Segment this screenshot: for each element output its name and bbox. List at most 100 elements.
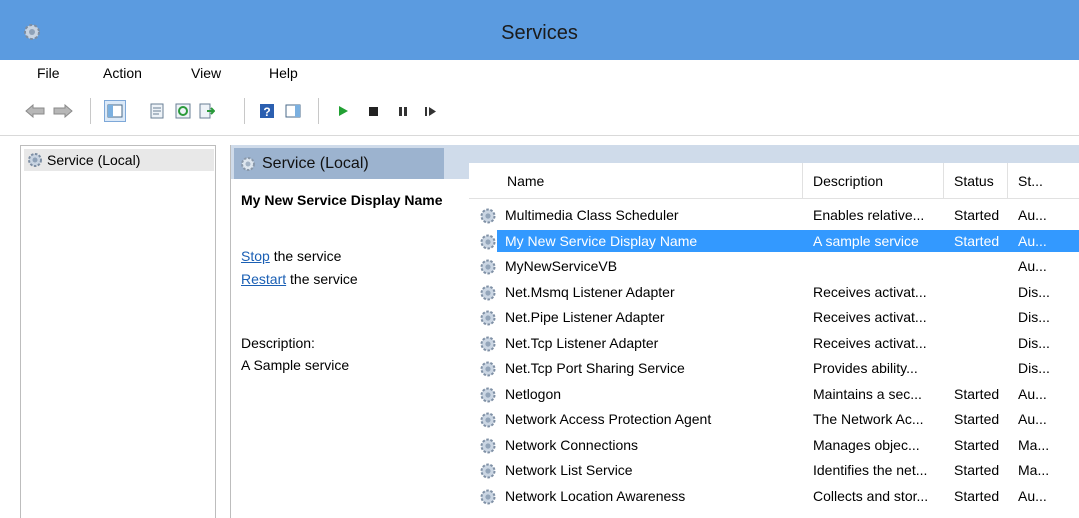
pane-header-label: Service (Local) <box>262 154 369 172</box>
cell-name: Net.Pipe Listener Adapter <box>505 309 665 325</box>
gear-icon <box>479 284 497 302</box>
cell-description: Receives activat... <box>813 309 927 325</box>
menu-file[interactable]: File <box>37 65 60 81</box>
cell-name: Network List Service <box>505 462 633 478</box>
gear-icon <box>479 488 497 506</box>
gear-icon <box>479 309 497 327</box>
window-title: Services <box>501 22 578 44</box>
back-arrow-icon[interactable] <box>24 100 46 122</box>
cell-startup-type: Au... <box>1018 385 1047 402</box>
gear-icon <box>479 207 497 225</box>
tree-item-services-local[interactable]: Service (Local) <box>24 149 214 171</box>
menu-view[interactable]: View <box>191 65 221 81</box>
cell-description: Identifies the net... <box>813 462 928 478</box>
cell-name: Multimedia Class Scheduler <box>505 207 679 223</box>
cell-description: Maintains a sec... <box>813 385 922 402</box>
cell-description: Enables relative... <box>813 207 925 223</box>
cell-description: Collects and stor... <box>813 487 929 504</box>
cell-name: Network Access Protection Agent <box>505 411 712 427</box>
column-header-name[interactable]: Name <box>497 163 803 199</box>
table-row[interactable]: Network List Service Identifies the net..… <box>469 458 1079 484</box>
table-row[interactable]: Net.Tcp Port Sharing Service Provides abi… <box>469 356 1079 382</box>
cell-startup-type: Au... <box>1018 487 1047 504</box>
table-row[interactable]: Network Access Protection Agent The Netwo… <box>469 407 1079 433</box>
services-pane: Service (Local) My New Service Display N… <box>230 145 1079 518</box>
start-service-icon[interactable] <box>332 100 354 122</box>
cell-startup-type: Ma... <box>1018 436 1050 453</box>
cell-description: Receives activat... <box>813 334 927 351</box>
cell-startup-type: Au... <box>1018 207 1047 223</box>
column-header-startup-type[interactable]: St... <box>1008 163 1079 199</box>
stop-action-suffix: the service <box>269 248 342 264</box>
menu-action[interactable]: Action <box>103 65 142 81</box>
show-action-pane-icon[interactable] <box>282 100 304 122</box>
properties-icon[interactable] <box>146 100 168 122</box>
gear-icon <box>479 411 497 429</box>
cell-startup-type: Au... <box>1018 232 1047 249</box>
table-row[interactable]: Net.Tcp Listener Adapter Receives activat… <box>469 331 1079 357</box>
gear-icon <box>479 233 497 251</box>
cell-startup-type: Au... <box>1018 258 1047 274</box>
table-row[interactable]: Network Location Awareness Collects and s… <box>469 484 1079 510</box>
cell-status: Started <box>954 232 1000 249</box>
cell-description: Manages objec... <box>813 436 920 453</box>
cell-name: Network Connections <box>505 436 639 453</box>
menu-bar: File Action View Help <box>0 60 1079 88</box>
table-row[interactable]: Net.Msmq Listener Adapter Receives activa… <box>469 280 1079 306</box>
show-hide-console-tree-icon[interactable] <box>104 100 126 122</box>
gear-icon <box>479 360 497 378</box>
restart-service-link[interactable]: Restart <box>241 271 286 287</box>
restart-action-suffix: the service <box>286 271 358 287</box>
menu-help[interactable]: Help <box>269 65 298 81</box>
gear-icon <box>479 386 497 404</box>
cell-status: Started <box>954 411 1000 427</box>
selected-service-name: My New Service Display Name <box>241 192 443 208</box>
table-row[interactable]: Netlogon Maintains a sec... Started Au... <box>469 382 1079 408</box>
description-text: A Sample service <box>241 357 350 373</box>
cell-startup-type: Dis... <box>1018 283 1050 300</box>
gear-icon <box>28 153 42 167</box>
table-row[interactable]: Network Connections Manages objec... Start… <box>469 433 1079 459</box>
description-label: Description: <box>241 335 315 351</box>
cell-status: Started <box>954 487 1000 504</box>
console-tree: Service (Local) <box>20 145 216 518</box>
cell-name: Net.Tcp Listener Adapter <box>505 334 659 351</box>
services-list: Name Description Status St... Multimedia… <box>469 163 1079 518</box>
cell-startup-type: Dis... <box>1018 334 1050 351</box>
list-header: Name Description Status St... <box>469 163 1079 199</box>
column-header-description[interactable]: Description <box>803 163 944 199</box>
pane-header-tab: Service (Local) <box>234 148 444 179</box>
cell-startup-type: Dis... <box>1018 360 1050 376</box>
table-row[interactable]: Net.Pipe Listener Adapter Receives activa… <box>469 305 1079 331</box>
stop-service-icon[interactable] <box>362 100 384 122</box>
cell-status: Started <box>954 462 1000 478</box>
cell-name: Net.Msmq Listener Adapter <box>505 283 675 300</box>
stop-action: Stop the service <box>241 248 341 264</box>
table-row[interactable]: My New Service Display Name A sample serv… <box>469 229 1079 255</box>
gear-icon <box>479 462 497 480</box>
toolbar-separator <box>318 98 319 124</box>
stop-service-link[interactable]: Stop <box>241 248 270 264</box>
cell-status: Started <box>954 385 1000 402</box>
cell-name: My New Service Display Name <box>505 232 698 249</box>
gear-icon <box>241 156 255 171</box>
gear-icon <box>479 258 497 276</box>
table-row[interactable]: MyNewServiceVB Au... <box>469 254 1079 280</box>
cell-name: Network Location Awareness <box>505 487 686 504</box>
toolbar-separator <box>90 98 91 124</box>
cell-description: A sample service <box>813 232 919 249</box>
cell-description: Provides ability... <box>813 360 918 376</box>
forward-arrow-icon[interactable] <box>52 100 74 122</box>
help-icon[interactable]: ? <box>256 100 278 122</box>
cell-name: Net.Tcp Port Sharing Service <box>505 360 685 376</box>
cell-status: Started <box>954 436 1000 453</box>
resume-service-icon[interactable] <box>420 100 442 122</box>
tree-item-label: Service (Local) <box>47 152 141 168</box>
cell-description: Receives activat... <box>813 283 927 300</box>
export-list-icon[interactable] <box>196 100 218 122</box>
cell-startup-type: Au... <box>1018 411 1047 427</box>
refresh-icon[interactable] <box>172 100 194 122</box>
column-header-status[interactable]: Status <box>944 163 1008 199</box>
table-row[interactable]: Multimedia Class Scheduler Enables relati… <box>469 203 1079 229</box>
pause-service-icon[interactable] <box>392 100 414 122</box>
